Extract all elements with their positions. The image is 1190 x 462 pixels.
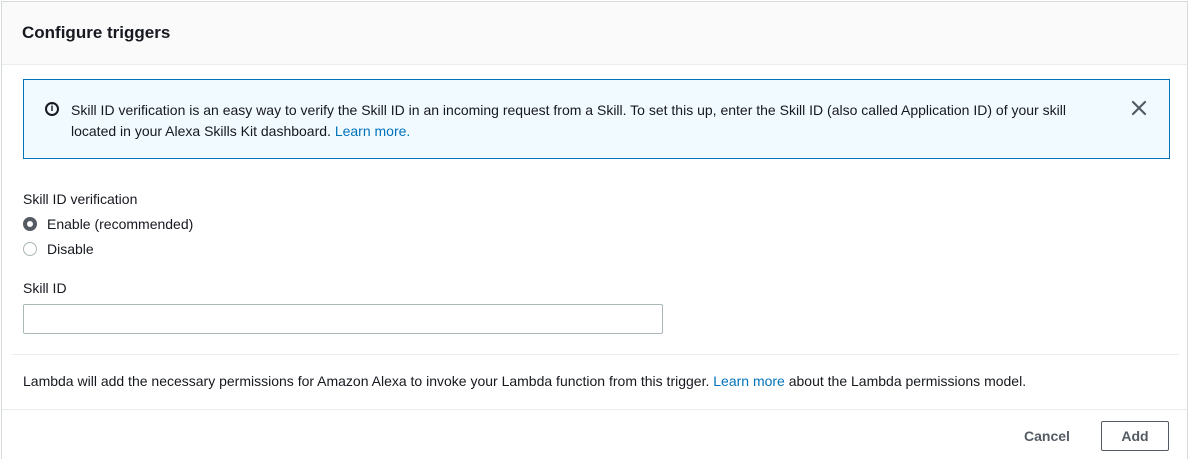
info-icon: i [45,102,59,116]
permissions-note-text-after: about the Lambda permissions model. [788,373,1027,389]
radio-enable-button[interactable] [23,217,37,231]
add-button[interactable]: Add [1101,421,1169,451]
radio-enable[interactable]: Enable (recommended) [23,215,193,233]
radio-enable-label: Enable (recommended) [47,216,194,232]
radio-disable-button[interactable] [23,242,37,256]
panel-footer: Cancel Add [2,409,1187,460]
cancel-button[interactable]: Cancel [1012,422,1082,450]
permissions-learn-more-link[interactable]: Learn more [713,373,785,389]
info-alert-message: Skill ID verification is an easy way to … [71,100,1101,142]
radio-disable-label: Disable [47,241,94,257]
permissions-note-text: Lambda will add the necessary permission… [23,373,710,389]
panel-title: Configure triggers [22,23,171,42]
info-alert: i Skill ID verification is an easy way t… [23,79,1170,159]
info-learn-more-link[interactable]: Learn more. [335,123,410,139]
configure-triggers-panel: Configure triggers i Skill ID verificati… [1,1,1188,460]
radio-disable[interactable]: Disable [23,240,94,258]
skill-id-label: Skill ID [23,280,67,296]
skill-id-input[interactable] [23,304,663,334]
skill-id-verification-label: Skill ID verification [23,191,138,207]
permissions-note: Lambda will add the necessary permission… [23,372,1026,390]
divider [12,354,1179,355]
close-icon[interactable] [1130,99,1148,117]
panel-header: Configure triggers [2,2,1187,65]
info-alert-text: Skill ID verification is an easy way to … [71,102,1066,139]
